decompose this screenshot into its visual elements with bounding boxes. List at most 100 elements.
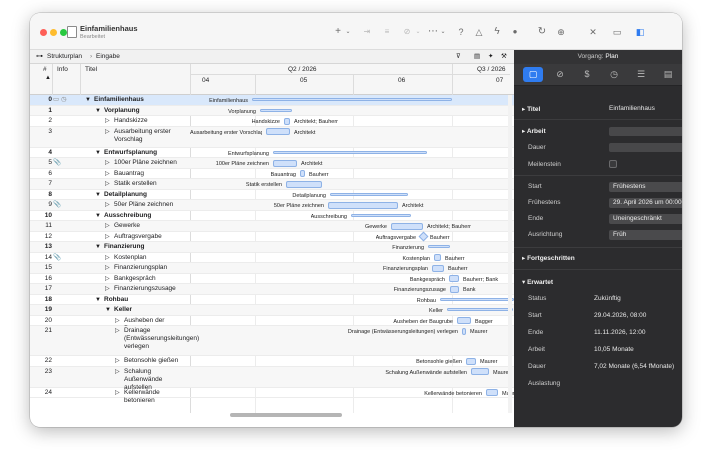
table-row[interactable]: 1 ▼ Vorplanung Vorplanung	[30, 105, 514, 116]
table-row[interactable]: 20▷Ausheben der BaugrubeAusheben der Bau…	[30, 316, 514, 332]
notes-icon[interactable]: ▤	[658, 67, 678, 82]
collapsed-triangle-icon[interactable]: ▷	[105, 274, 110, 284]
collapsed-triangle-icon[interactable]: ▷	[115, 316, 120, 326]
disclosure-triangle-icon[interactable]: ▼	[95, 148, 101, 158]
task-title[interactable]: Statik erstellen	[114, 180, 188, 188]
duration-field[interactable]	[609, 143, 682, 152]
gantt-bar[interactable]	[486, 389, 498, 397]
filter-icon[interactable]: ⊽	[456, 50, 461, 63]
panel-bottom-icon[interactable]: ▭	[610, 25, 624, 39]
column-header-info[interactable]: Info	[57, 66, 68, 73]
task-title[interactable]: Handskizze	[114, 117, 188, 125]
table-row[interactable]: 17 ▷ Finanzierungszusage Finanzierungszusag…	[30, 284, 514, 295]
task-title[interactable]: 50er Pläne zeichnen	[114, 201, 188, 209]
gantt-summary-bar[interactable]	[252, 98, 452, 102]
table-row[interactable]: 5 📎 ▷ 100er Pläne zeichnen 100er Pläne zeich…	[30, 158, 514, 169]
collapsed-triangle-icon[interactable]: ▷	[115, 356, 120, 366]
collapsed-triangle-icon[interactable]: ▷	[105, 200, 110, 210]
collapsed-triangle-icon[interactable]: ▷	[105, 158, 110, 168]
table-row[interactable]: 11 ▷ Gewerke Gewerke Architekt; Bauherr	[30, 221, 514, 232]
wrench-icon[interactable]: ⚒	[501, 50, 507, 63]
task-title[interactable]: Rohbau	[104, 296, 188, 304]
table-row[interactable]: 18 ▼ Rohbau Rohbau	[30, 295, 514, 305]
task-title[interactable]: Ausschreibung	[104, 212, 188, 220]
end-popup[interactable]: Uneingeschränkt⇕	[609, 214, 682, 224]
expected-section-toggle[interactable]: ▾ Erwartet	[522, 278, 553, 286]
gantt-bar[interactable]	[434, 254, 441, 262]
gantt-summary-bar[interactable]	[447, 308, 513, 312]
collapsed-triangle-icon[interactable]: ▷	[105, 221, 110, 231]
link-tasks-icon[interactable]: ⊘	[400, 25, 414, 39]
link-icon[interactable]: ⊘	[550, 67, 570, 82]
gantt-bar[interactable]	[286, 180, 322, 188]
work-section-toggle[interactable]: ▸ Arbeit	[522, 127, 546, 135]
task-title[interactable]: Finanzierung	[104, 243, 188, 251]
column-header-number[interactable]: #	[43, 66, 47, 73]
table-row[interactable]: 22 ▷ Betonsohle gießen Betonsohle gießen Mau…	[30, 356, 514, 367]
work-field[interactable]	[609, 127, 682, 136]
task-title[interactable]: Einfamilienhaus	[94, 96, 188, 104]
critical-path-icon[interactable]: ✦	[488, 50, 493, 63]
task-icon[interactable]: ▢	[523, 67, 543, 82]
task-title[interactable]: Detailplanung	[104, 191, 188, 199]
gantt-bar[interactable]	[462, 327, 466, 335]
gantt-summary-bar[interactable]	[273, 150, 427, 154]
breadcrumb-current[interactable]: Eingabe	[96, 50, 120, 63]
task-title[interactable]: Finanzierungszusage	[114, 285, 188, 293]
collapsed-triangle-icon[interactable]: ▷	[105, 253, 110, 263]
lightning-icon[interactable]: ϟ	[490, 25, 504, 39]
clock-icon[interactable]: ◷	[604, 67, 624, 82]
horizontal-scrollbar[interactable]	[230, 413, 342, 417]
gantt-view-icon[interactable]: ▤	[474, 50, 480, 63]
add-icon[interactable]: +	[332, 25, 344, 39]
task-title[interactable]: Vorplanung	[104, 107, 188, 115]
gantt-bar[interactable]	[449, 275, 459, 283]
sort-ascending-icon[interactable]: ▲	[45, 75, 51, 81]
gantt-bar[interactable]	[457, 317, 471, 325]
task-title[interactable]: Gewerke	[114, 222, 188, 230]
table-row[interactable]: 0 ▭ ◷ ▼ Einfamilienhaus Einfamilienhaus	[30, 95, 514, 106]
table-row[interactable]: 2 ▷ Handskizze Handskizze Architekt; Bauherr	[30, 116, 514, 127]
gantt-summary-bar[interactable]	[351, 213, 411, 217]
indent-icon[interactable]: ⇥	[360, 25, 374, 39]
task-title[interactable]: Drainage (Entwässerungsleitungen) verleg…	[124, 327, 199, 351]
start-popup[interactable]: Frühestens⇕	[609, 182, 682, 192]
table-row[interactable]: 23 ▷ Schalung Außenwände aufstellen Schalun…	[30, 366, 514, 391]
task-title[interactable]: Kostenplan	[114, 254, 188, 262]
disclosure-triangle-icon[interactable]: ▼	[85, 95, 91, 105]
gantt-bar[interactable]	[266, 128, 290, 136]
gantt-summary-bar[interactable]	[428, 245, 450, 249]
gantt-bar[interactable]	[450, 285, 459, 293]
disclosure-triangle-icon[interactable]: ▼	[95, 211, 101, 221]
title-value[interactable]: Einfamilienhaus	[609, 105, 655, 112]
task-title[interactable]: Kellerwände betonieren	[124, 389, 188, 405]
globe-icon[interactable]: ⊕	[554, 25, 568, 39]
table-row[interactable]: 3 ▷ Ausarbeitung erster Vorschlag Ausarbeit…	[30, 126, 514, 148]
more-menu-chevron-icon[interactable]: ⌄	[439, 25, 447, 39]
zoom-window-button[interactable]	[60, 29, 67, 36]
document-title[interactable]: Einfamilienhaus	[80, 24, 138, 33]
vertical-scrollbar[interactable]	[508, 95, 512, 413]
collapsed-triangle-icon[interactable]: ▷	[105, 232, 110, 242]
alignment-popup[interactable]: Früh⇕	[609, 230, 682, 240]
gantt-bar[interactable]	[471, 368, 489, 376]
table-row[interactable]: 13 ▼ Finanzierung Finanzierung	[30, 242, 514, 253]
column-header-title[interactable]: Titel	[85, 66, 97, 73]
table-row[interactable]: 19 ▼ Keller Keller	[30, 305, 514, 316]
title-section-toggle[interactable]: ▸ Titel	[522, 105, 540, 113]
disclosure-triangle-icon[interactable]: ▼	[95, 242, 101, 252]
gantt-bar[interactable]	[273, 159, 297, 167]
breadcrumb-root[interactable]: Strukturplan	[47, 50, 82, 63]
table-row[interactable]: 10 ▼ Ausschreibung Ausschreibung	[30, 211, 514, 221]
gantt-bar[interactable]	[432, 264, 444, 272]
gantt-milestone[interactable]	[418, 231, 429, 242]
dollar-icon[interactable]: $	[577, 67, 597, 82]
table-row[interactable]: 14 📎 ▷ Kostenplan Kostenplan Bauherr	[30, 253, 514, 263]
table-row[interactable]: 12 ▷ Auftragsvergabe Auftragsvergabe Bauherr	[30, 231, 514, 242]
gantt-summary-bar[interactable]	[260, 108, 292, 112]
table-row[interactable]: 9 📎 ▷ 50er Pläne zeichnen 50er Pläne zeichne…	[30, 200, 514, 211]
gantt-bar[interactable]	[284, 117, 290, 125]
structure-plan-icon[interactable]: ⊶	[36, 50, 43, 63]
task-title[interactable]: Auftragsvergabe	[114, 233, 188, 241]
gantt-bar[interactable]	[328, 201, 398, 209]
